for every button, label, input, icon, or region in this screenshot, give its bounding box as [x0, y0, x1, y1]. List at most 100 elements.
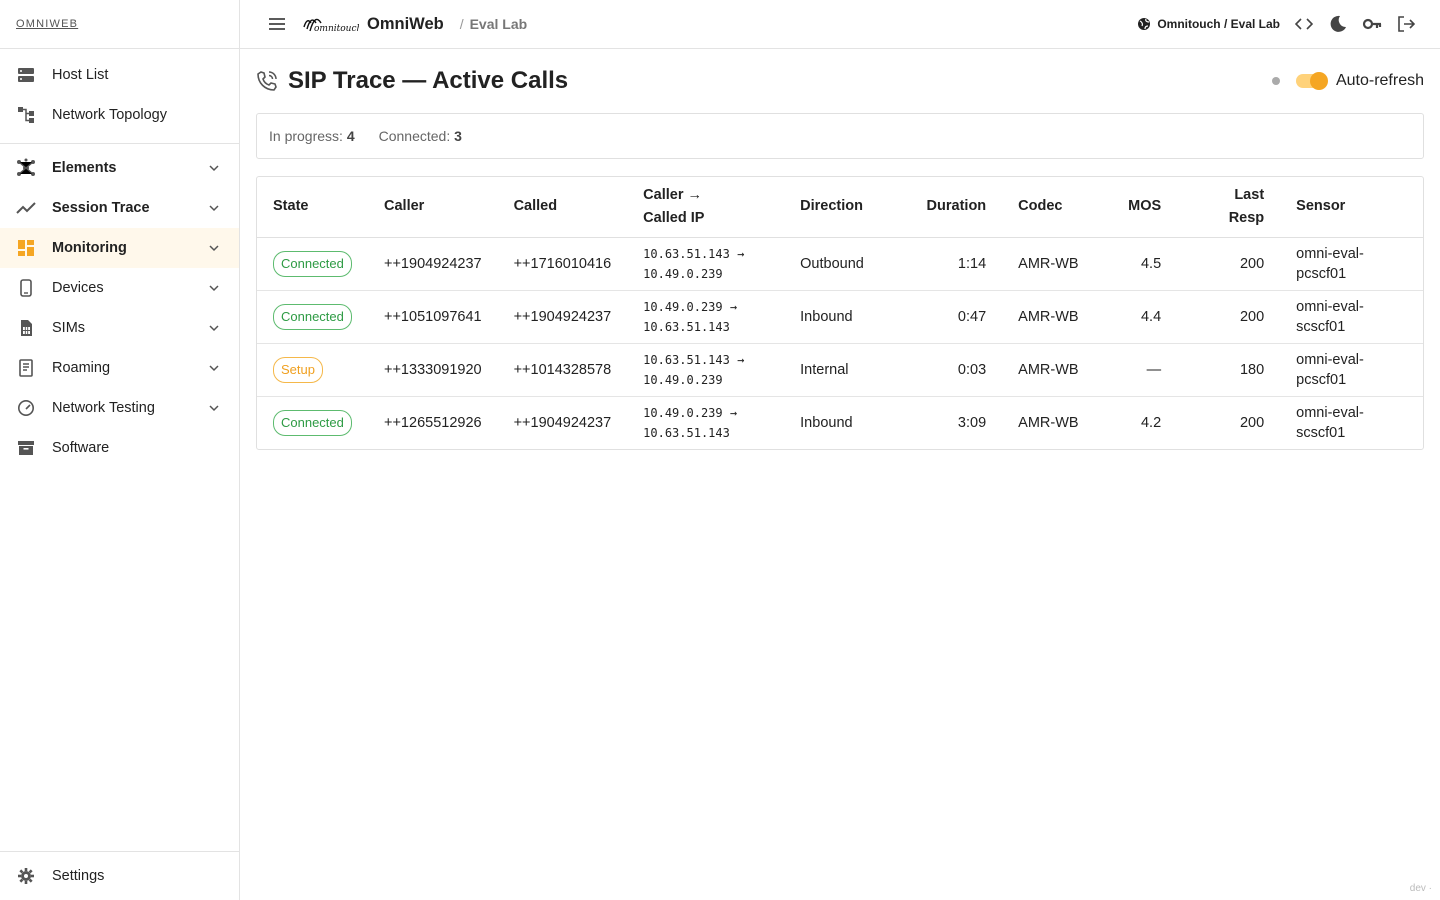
sidebar-item-host-list[interactable]: Host List: [0, 55, 239, 95]
sidebar-item-session-trace[interactable]: Session Trace: [0, 188, 239, 228]
dark-mode-icon[interactable]: [1328, 14, 1348, 34]
toggle-knob: [1309, 72, 1328, 90]
cell-mos: —: [1108, 343, 1178, 397]
app-name[interactable]: OmniWeb: [367, 15, 444, 34]
sidebar-item-label: Settings: [52, 868, 105, 884]
gear-icon: [16, 866, 36, 886]
sidebar-item-roaming[interactable]: Roaming: [0, 348, 239, 388]
sidebar-item-sims[interactable]: SIMs: [0, 308, 239, 348]
chevron-down-icon: [209, 365, 219, 372]
cell-sensor: omni-eval-pcscf01: [1280, 237, 1423, 291]
sidebar-top-group: Host List Network Topology: [0, 49, 239, 144]
ip-to: 10.49.0.239: [643, 266, 723, 281]
cell-codec: AMR-WB: [1002, 290, 1109, 344]
cell-caller: ++1051097641: [368, 290, 498, 344]
sidebar-item-elements[interactable]: Elements: [0, 148, 239, 188]
key-icon[interactable]: [1362, 14, 1382, 34]
col-ip[interactable]: Caller → Called IP: [627, 177, 785, 238]
globe-icon: [1138, 18, 1151, 30]
cell-codec: AMR-WB: [1002, 343, 1109, 397]
col-state[interactable]: State: [257, 177, 368, 238]
sidebar-item-label: Software: [52, 440, 110, 456]
chevron-down-icon: [209, 325, 219, 332]
cell-mos: 4.4: [1108, 290, 1178, 344]
sidebar-item-network-topology[interactable]: Network Topology: [0, 95, 239, 135]
brand-link[interactable]: OMNIWEB: [16, 18, 78, 30]
cell-direction: Inbound: [784, 290, 905, 344]
sim-icon: [16, 318, 36, 338]
auto-refresh-label: Auto-refresh: [1335, 72, 1424, 89]
main-content: SIP Trace — Active Calls Auto-refresh In…: [256, 49, 1424, 450]
topology-icon: [16, 105, 36, 125]
cell-sensor: omni-eval-scscf01: [1280, 396, 1423, 449]
col-called[interactable]: Called: [497, 177, 628, 238]
sidebar-item-devices[interactable]: Devices: [0, 268, 239, 308]
tenant-selector[interactable]: Omnitouch / Eval Lab: [1137, 17, 1280, 31]
col-codec[interactable]: Codec: [1002, 177, 1109, 238]
dashboard-icon: [16, 238, 36, 258]
phone-icon: [16, 278, 36, 298]
sidebar-item-label: Session Trace: [52, 200, 150, 216]
table-row[interactable]: Connected ++1051097641 ++1904924237 10.4…: [257, 290, 1423, 344]
logout-icon[interactable]: [1396, 14, 1416, 34]
col-duration[interactable]: Duration: [904, 177, 1003, 238]
sensor-line1: omni-eval-: [1296, 404, 1364, 421]
table-row[interactable]: Connected ++1265512926 ++1904924237 10.4…: [257, 396, 1423, 449]
col-direction[interactable]: Direction: [784, 177, 905, 238]
summary-connected: Connected: 3: [379, 128, 462, 144]
table-header-row: State Caller Called Caller → Called IP Di…: [257, 177, 1423, 238]
ip-from: 10.49.0.239 →: [643, 405, 738, 420]
cell-mos: 4.5: [1108, 237, 1178, 291]
table-row[interactable]: Connected ++1904924237 ++1716010416 10.6…: [257, 237, 1423, 291]
cell-direction: Inbound: [800, 414, 853, 431]
cell-state: Connected: [257, 290, 368, 344]
sidebar-item-settings[interactable]: Settings: [0, 856, 239, 896]
phone-call-icon: [257, 71, 277, 91]
cell-called: ++1904924237: [497, 290, 628, 344]
top-header: omnitouch OmniWeb / Eval Lab Omnitouch /…: [240, 0, 1440, 49]
sensor-line2: pcscf01: [1296, 371, 1347, 388]
col-last-resp[interactable]: Last Resp: [1177, 177, 1281, 238]
cell-sensor: omni-eval-pcscf01: [1280, 343, 1423, 397]
in-progress-label: In progress:: [269, 128, 343, 144]
cell-duration: 1:14: [904, 237, 1003, 291]
cell-direction: Outbound: [784, 237, 905, 291]
cell-ip: 10.63.51.143 → 10.49.0.239: [627, 237, 785, 291]
auto-refresh-toggle[interactable]: [1295, 72, 1328, 90]
trend-icon: [16, 198, 36, 218]
breadcrumb[interactable]: Eval Lab: [470, 16, 528, 32]
cell-ip: 10.49.0.239 → 10.63.51.143: [627, 396, 784, 449]
summary-in-progress: In progress: 4: [269, 128, 355, 144]
auto-refresh-control: Auto-refresh: [1271, 72, 1424, 90]
sensor-line1: omni-eval-: [1296, 298, 1364, 315]
sidebar-bottom: Settings: [0, 851, 239, 900]
status-badge: Setup: [273, 356, 323, 383]
cell-duration: 3:09: [957, 414, 987, 431]
col-mos[interactable]: MOS: [1108, 177, 1178, 238]
cell-direction: Internal: [784, 343, 905, 397]
col-sensor[interactable]: Sensor: [1280, 177, 1423, 238]
sidebar-item-monitoring[interactable]: Monitoring: [0, 228, 239, 268]
menu-icon[interactable]: [267, 14, 287, 34]
breadcrumb-separator: /: [459, 16, 464, 32]
brand[interactable]: OMNIWEB: [0, 0, 239, 49]
tenant-label: Omnitouch / Eval Lab: [1157, 17, 1280, 31]
cell-resp: 180: [1177, 343, 1281, 397]
cell-duration: 0:47: [904, 290, 1003, 344]
col-caller[interactable]: Caller: [368, 177, 498, 238]
sensor-line1: omni-eval-: [1296, 245, 1364, 262]
sensor-line2: pcscf01: [1296, 265, 1347, 282]
sidebar-groups: Elements Session Trace Monitoring Device…: [0, 144, 239, 472]
col-resp-line1: Last: [1234, 186, 1265, 203]
sidebar-item-label: Elements: [52, 160, 117, 176]
calls-table-container: State Caller Called Caller → Called IP Di…: [256, 176, 1424, 450]
sidebar-item-label: Network Testing: [52, 400, 155, 416]
sidebar-item-label: Network Topology: [52, 107, 167, 123]
sidebar-item-software[interactable]: Software: [0, 428, 239, 468]
code-icon[interactable]: [1294, 14, 1314, 34]
ip-to: 10.49.0.239: [643, 372, 723, 387]
sidebar-item-network-testing[interactable]: Network Testing: [0, 388, 239, 428]
header-actions: Omnitouch / Eval Lab: [1137, 14, 1416, 34]
title-row: SIP Trace — Active Calls Auto-refresh: [256, 49, 1424, 113]
table-row[interactable]: Setup ++1333091920 ++1014328578 10.63.51…: [257, 343, 1423, 397]
